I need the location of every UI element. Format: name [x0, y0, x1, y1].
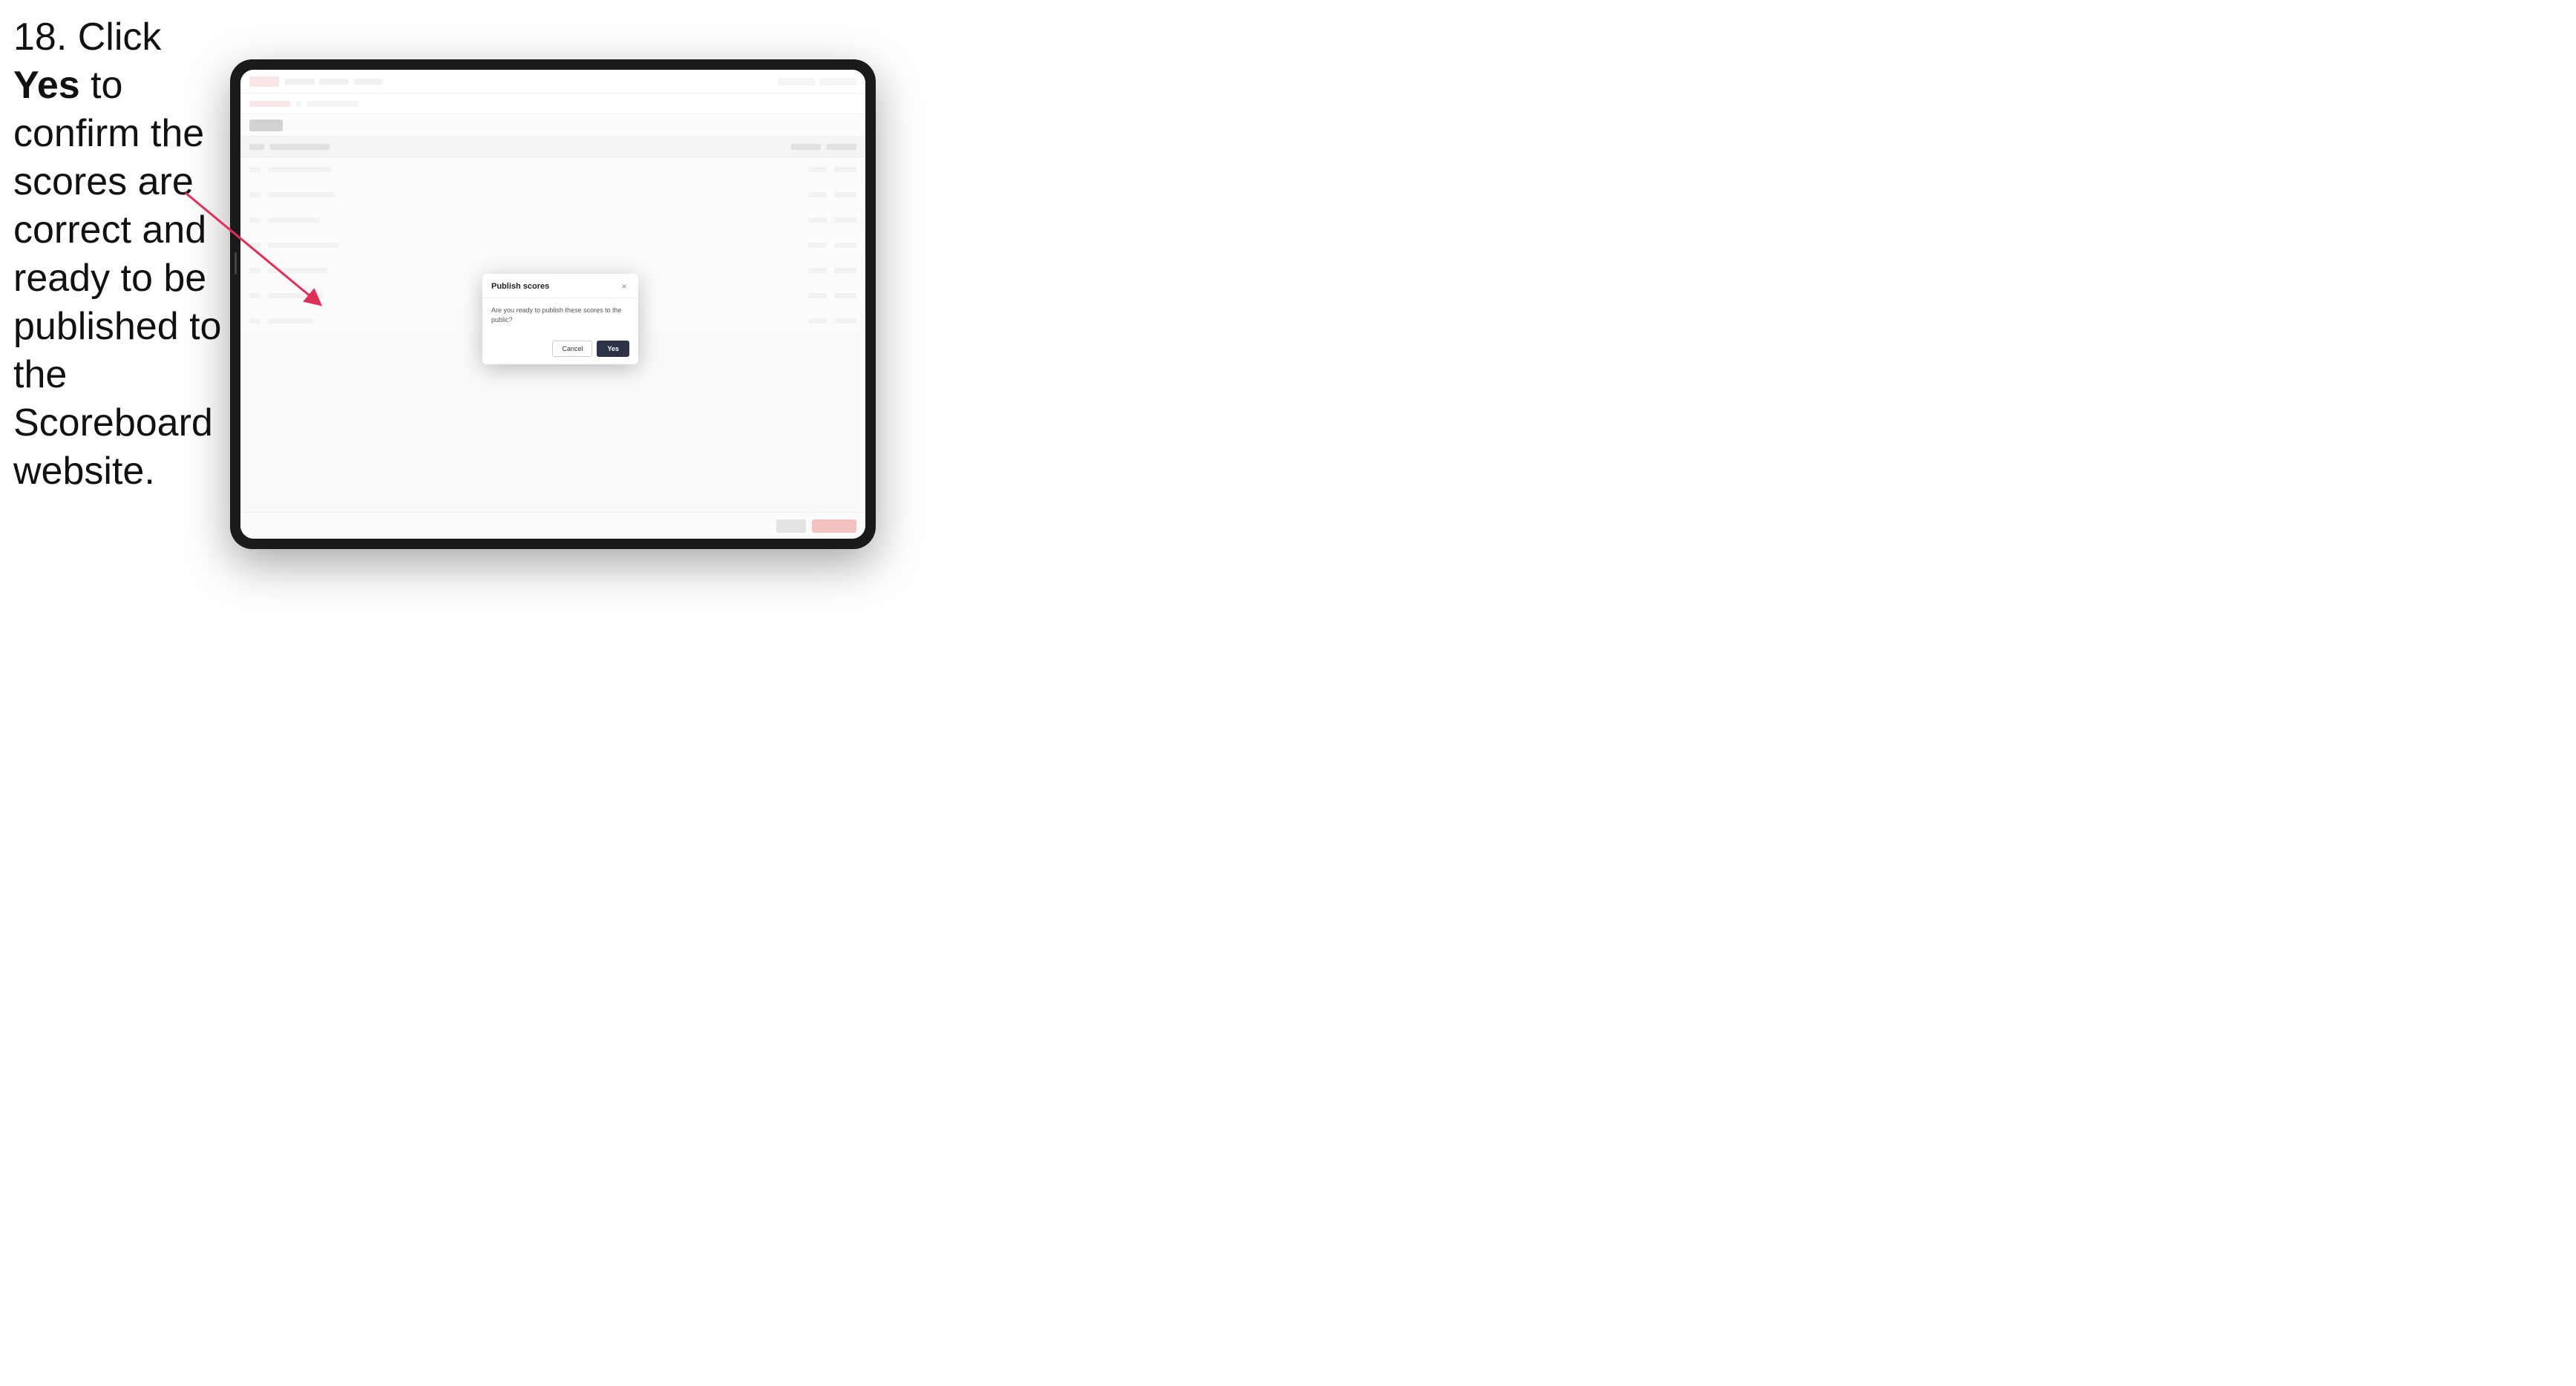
- modal-message: Are you ready to publish these scores to…: [491, 306, 629, 324]
- tablet-outer: Publish scores × Are you ready to publis…: [230, 59, 876, 549]
- publish-scores-modal: Publish scores × Are you ready to publis…: [482, 274, 638, 364]
- bold-yes: Yes: [13, 64, 80, 107]
- tablet-screen: Publish scores × Are you ready to publis…: [240, 70, 865, 539]
- screen-content: Publish scores × Are you ready to publis…: [240, 70, 865, 539]
- instruction-text: 18. Click Yes to confirm the scores are …: [13, 13, 229, 496]
- yes-button[interactable]: Yes: [597, 341, 629, 357]
- text-before-bold: Click: [67, 16, 161, 59]
- close-icon: ×: [621, 281, 626, 292]
- text-after: to confirm the scores are correct and re…: [13, 64, 221, 493]
- tablet-device: Publish scores × Are you ready to publis…: [230, 59, 876, 549]
- step-number: 18.: [13, 16, 67, 59]
- modal-close-button[interactable]: ×: [619, 281, 629, 292]
- modal-body: Are you ready to publish these scores to…: [482, 298, 638, 341]
- tablet-side-button: [235, 252, 237, 275]
- modal-backdrop: Publish scores × Are you ready to publis…: [240, 70, 865, 539]
- modal-header: Publish scores ×: [482, 274, 638, 298]
- cancel-button[interactable]: Cancel: [552, 341, 592, 357]
- modal-title: Publish scores: [491, 282, 549, 291]
- modal-footer: Cancel Yes: [482, 341, 638, 364]
